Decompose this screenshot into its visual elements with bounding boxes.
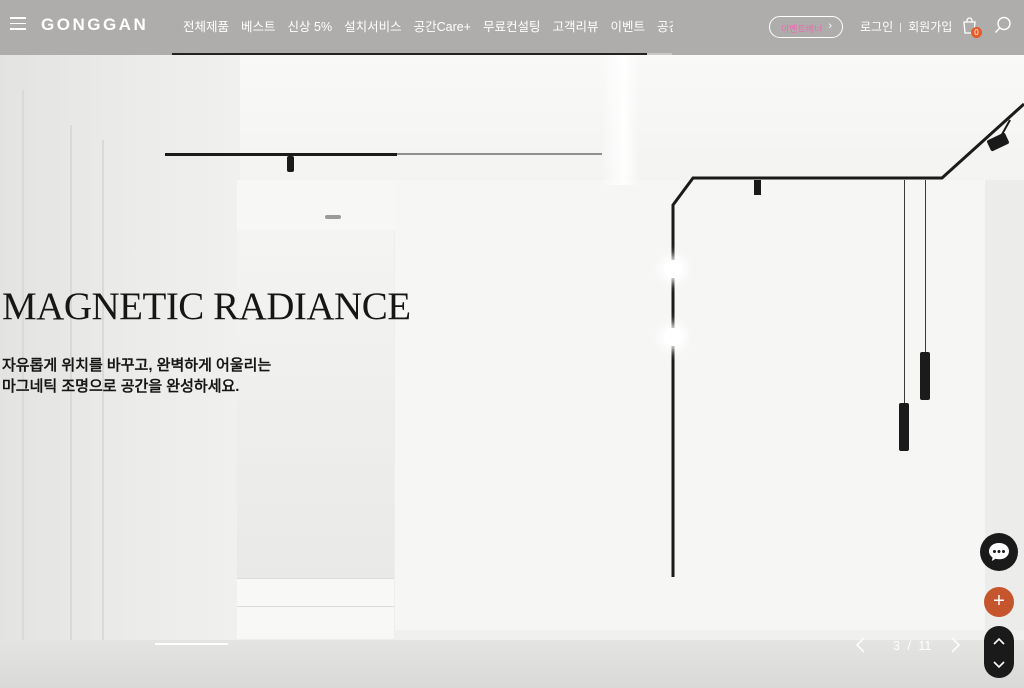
hero-subtext: 자유롭게 위치를 바꾸고, 완벽하게 어울리는 마그네틱 조명으로 공간을 완성… <box>2 355 271 397</box>
nav-item-events[interactable]: 이벤트 <box>611 20 646 34</box>
hero-headline: MAGNETIC RADIANCE <box>2 285 411 328</box>
slide-total: 11 <box>918 639 932 653</box>
auth-links: 로그인 회원가입 <box>860 18 952 35</box>
chevron-right-icon: › <box>828 20 832 32</box>
nav-scroll-bar <box>172 53 672 55</box>
chat-icon <box>989 543 1009 561</box>
ceiling-downlight <box>325 215 341 219</box>
plus-icon: + <box>993 590 1005 612</box>
corridor-soffit <box>237 180 395 230</box>
top-header: GONGGAN 전체제품 베스트 신상 5% 설치서비스 공간Care+ 무료컨설팅 고객리… <box>0 0 1024 55</box>
nav-item-all-products[interactable]: 전체제품 <box>183 20 229 34</box>
scroll-controls <box>984 626 1014 678</box>
chevron-right-icon[interactable] <box>948 636 962 654</box>
nav-item-care[interactable]: 공간Care+ <box>414 20 471 34</box>
chevron-down-icon[interactable] <box>984 654 1014 676</box>
pendant-light <box>899 403 909 451</box>
magnetic-track-system <box>671 102 1024 577</box>
ceiling-track <box>165 153 397 156</box>
search-icon[interactable] <box>994 16 1012 34</box>
cart-count-badge: 0 <box>971 27 982 38</box>
login-link[interactable]: 로그인 <box>860 20 893 34</box>
signup-link[interactable]: 회원가입 <box>908 20 952 34</box>
chevron-left-icon[interactable] <box>854 636 868 654</box>
nav-item-best[interactable]: 베스트 <box>241 20 276 34</box>
pendant-light <box>920 352 930 400</box>
track-spotlight <box>287 156 294 172</box>
nav-item-consulting[interactable]: 무료컨설팅 <box>483 20 541 34</box>
corridor-opening <box>237 230 394 580</box>
hero-subtext-line: 자유롭게 위치를 바꾸고, 완벽하게 어울리는 <box>2 357 272 374</box>
nav-item-new[interactable]: 신상 5% <box>288 20 333 34</box>
nav-item-reviews[interactable]: 고객리뷰 <box>553 20 599 34</box>
slide-current: 3 <box>893 639 900 653</box>
chat-button[interactable] <box>980 533 1018 571</box>
slide-separator: / <box>907 639 911 653</box>
stair-step <box>237 606 394 639</box>
ceiling-cove-light <box>600 55 640 185</box>
stair-step <box>237 578 394 607</box>
hero-banner <box>0 0 1024 688</box>
wall-light-orb <box>664 328 682 346</box>
promo-label: 이벤트배너 <box>781 24 823 34</box>
slide-progress-indicator <box>155 643 228 645</box>
pendant-wire <box>925 180 926 355</box>
chevron-up-icon[interactable] <box>984 630 1014 652</box>
wall-light-orb <box>664 260 682 278</box>
nav-item-news[interactable]: 공간소식 <box>657 20 673 34</box>
plus-button[interactable]: + <box>984 587 1014 617</box>
main-nav: 전체제품 베스트 신상 5% 설치서비스 공간Care+ 무료컨설팅 고객리뷰 이벤트 공간소식 <box>183 16 673 36</box>
menu-icon[interactable] <box>10 17 26 33</box>
hero-subtext-line: 마그네틱 조명으로 공간을 완성하세요. <box>2 378 240 395</box>
slide-counter: 3 / 11 <box>893 639 931 653</box>
promo-button[interactable]: 이벤트배너 › <box>769 16 843 38</box>
pendant-wire <box>904 180 905 405</box>
nav-item-installation[interactable]: 설치서비스 <box>344 20 402 34</box>
logo[interactable]: GONGGAN <box>41 15 148 35</box>
ceiling-track <box>397 153 602 155</box>
floor <box>0 640 1024 688</box>
